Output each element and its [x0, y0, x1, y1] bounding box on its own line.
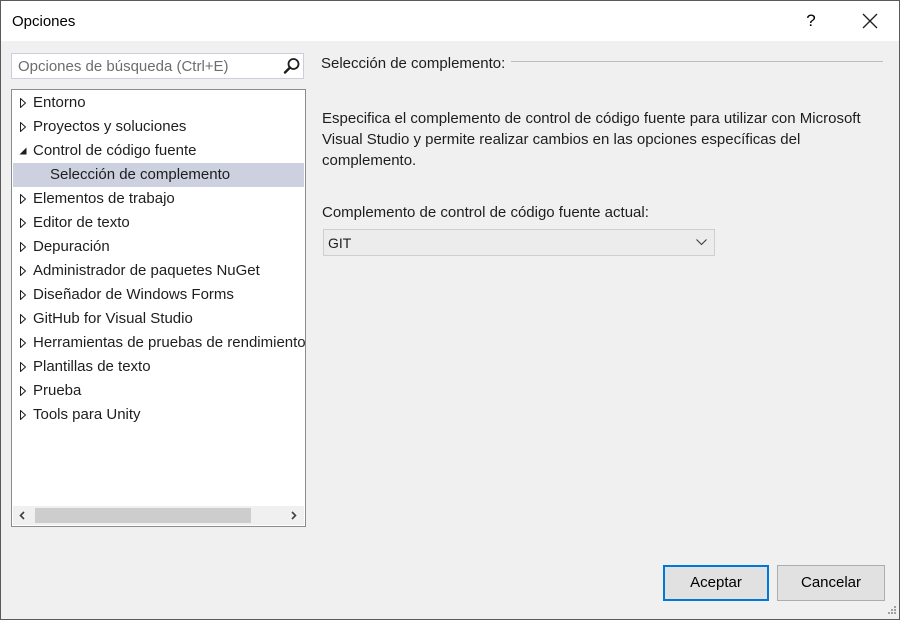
- scrollbar-thumb[interactable]: [35, 508, 251, 523]
- tree-item[interactable]: Herramientas de pruebas de rendimiento: [12, 331, 305, 355]
- tree-item[interactable]: Elementos de trabajo: [12, 187, 305, 211]
- triangle-right-icon[interactable]: [18, 122, 28, 132]
- cancel-button[interactable]: Cancelar: [777, 565, 885, 601]
- tree-item[interactable]: Control de código fuente: [12, 139, 305, 163]
- chevron-left-icon: [19, 511, 25, 520]
- close-icon: [862, 13, 878, 29]
- tree-item-label: Selección de complemento: [50, 166, 231, 183]
- tree-item[interactable]: Prueba: [12, 379, 305, 403]
- tree-item-label: Editor de texto: [33, 214, 130, 231]
- tree-item[interactable]: Entorno: [12, 91, 305, 115]
- options-dialog: Opciones ? Tools para Unity Prueba Plantil…: [0, 0, 900, 620]
- section-divider: [511, 61, 883, 62]
- horizontal-scrollbar[interactable]: [13, 506, 304, 525]
- tree-item-label: Entorno: [33, 94, 86, 111]
- tree-item-label: Control de código fuente: [33, 142, 197, 159]
- accept-button[interactable]: Aceptar: [663, 565, 769, 601]
- triangle-right-icon[interactable]: [18, 314, 28, 324]
- triangle-right-icon[interactable]: [18, 242, 28, 252]
- tree-item[interactable]: Diseñador de Windows Forms: [12, 283, 305, 307]
- scroll-right-button[interactable]: [284, 506, 304, 525]
- triangle-right-icon[interactable]: [18, 386, 28, 396]
- tree-item[interactable]: GitHub for Visual Studio: [12, 307, 305, 331]
- search-box: [11, 53, 304, 79]
- triangle-right-icon[interactable]: [18, 218, 28, 228]
- tree-item-label: Tools para Unity: [33, 406, 141, 423]
- tree-item-label: GitHub for Visual Studio: [33, 310, 193, 327]
- tree-item[interactable]: Tools para Unity: [12, 403, 305, 427]
- title-bar: Opciones ?: [1, 1, 899, 41]
- tree-item-label: Proyectos y soluciones: [33, 118, 187, 135]
- tree-item[interactable]: Proyectos y soluciones: [12, 115, 305, 139]
- triangle-right-icon[interactable]: [18, 290, 28, 300]
- resize-grip-icon[interactable]: [885, 605, 897, 617]
- close-button[interactable]: [851, 7, 889, 35]
- tree-item-label: Herramientas de pruebas de rendimiento: [33, 334, 305, 351]
- tree-item[interactable]: Administrador de paquetes NuGet: [12, 259, 305, 283]
- triangle-right-icon[interactable]: [18, 362, 28, 372]
- chevron-down-icon: [696, 239, 707, 246]
- tree-item[interactable]: Plantillas de texto: [12, 355, 305, 379]
- tree-item-label: Prueba: [33, 382, 82, 399]
- triangle-right-icon[interactable]: [18, 194, 28, 204]
- search-input[interactable]: [12, 54, 280, 78]
- search-icon[interactable]: [283, 57, 301, 75]
- scroll-left-button[interactable]: [13, 506, 33, 525]
- tree-item[interactable]: Selección de complemento: [13, 163, 304, 187]
- options-tree[interactable]: Tools para Unity Prueba Plantillas de text…: [11, 89, 306, 527]
- section-heading: Selección de complemento:: [321, 55, 506, 72]
- help-button[interactable]: ?: [796, 7, 826, 35]
- tree-item-label: Diseñador de Windows Forms: [33, 286, 234, 303]
- dialog-title: Opciones: [12, 13, 76, 30]
- triangle-right-icon[interactable]: [18, 338, 28, 348]
- source-control-plugin-select[interactable]: GIT: [323, 229, 715, 256]
- tree-item[interactable]: Depuración: [12, 235, 305, 259]
- triangle-right-icon[interactable]: [18, 266, 28, 276]
- triangle-right-icon[interactable]: [18, 98, 28, 108]
- section-description: Especifica el complemento de control de …: [322, 110, 861, 169]
- triangle-down-icon[interactable]: [18, 146, 28, 156]
- tree-item-label: Depuración: [33, 238, 110, 255]
- tree-item-label: Elementos de trabajo: [33, 190, 175, 207]
- tree-item-label: Administrador de paquetes NuGet: [33, 262, 260, 279]
- plugin-field-label: Complemento de control de código fuente …: [322, 204, 649, 221]
- tree-item-label: Plantillas de texto: [33, 358, 151, 375]
- select-value: GIT: [328, 235, 352, 251]
- triangle-right-icon[interactable]: [18, 410, 28, 420]
- tree-item[interactable]: Editor de texto: [12, 211, 305, 235]
- chevron-right-icon: [291, 511, 297, 520]
